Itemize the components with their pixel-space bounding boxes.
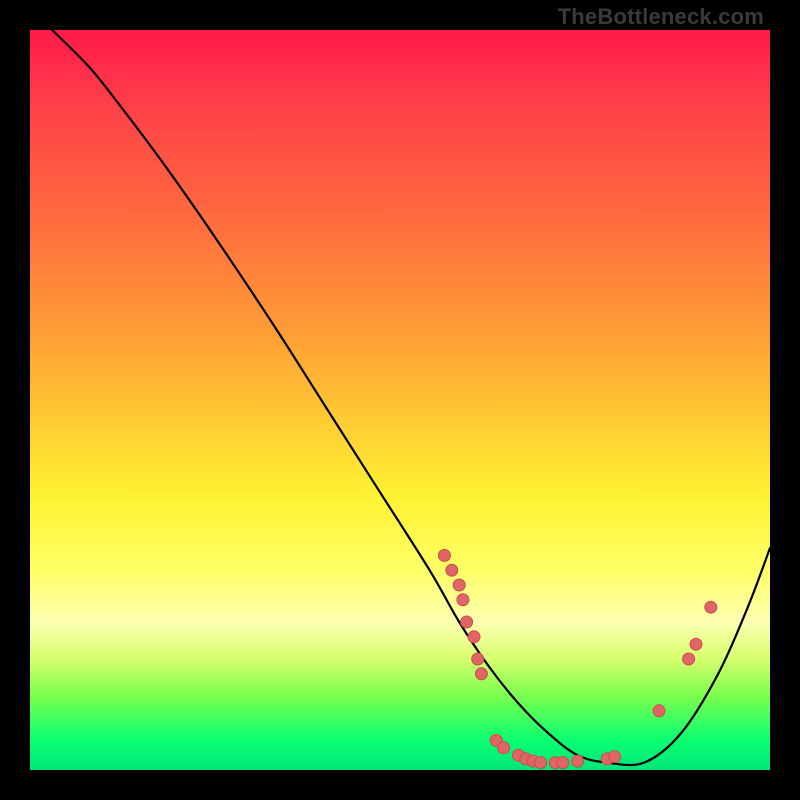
curve-svg bbox=[30, 30, 770, 770]
data-point bbox=[468, 631, 480, 643]
data-point bbox=[461, 616, 473, 628]
data-point bbox=[653, 705, 665, 717]
data-point bbox=[609, 751, 621, 763]
plot-area bbox=[30, 30, 770, 770]
data-point bbox=[705, 601, 717, 613]
data-point bbox=[457, 594, 469, 606]
data-point bbox=[453, 579, 465, 591]
data-point bbox=[475, 668, 487, 680]
data-points bbox=[438, 549, 716, 768]
watermark-text: TheBottleneck.com bbox=[558, 4, 764, 30]
data-point bbox=[446, 564, 458, 576]
data-point bbox=[472, 653, 484, 665]
data-point bbox=[438, 549, 450, 561]
data-point bbox=[557, 757, 569, 769]
data-point bbox=[683, 653, 695, 665]
chart-container: TheBottleneck.com bbox=[0, 0, 800, 800]
data-point bbox=[498, 742, 510, 754]
bottleneck-curve bbox=[52, 30, 770, 765]
data-point bbox=[690, 638, 702, 650]
data-point bbox=[572, 755, 584, 767]
data-point bbox=[535, 757, 547, 769]
